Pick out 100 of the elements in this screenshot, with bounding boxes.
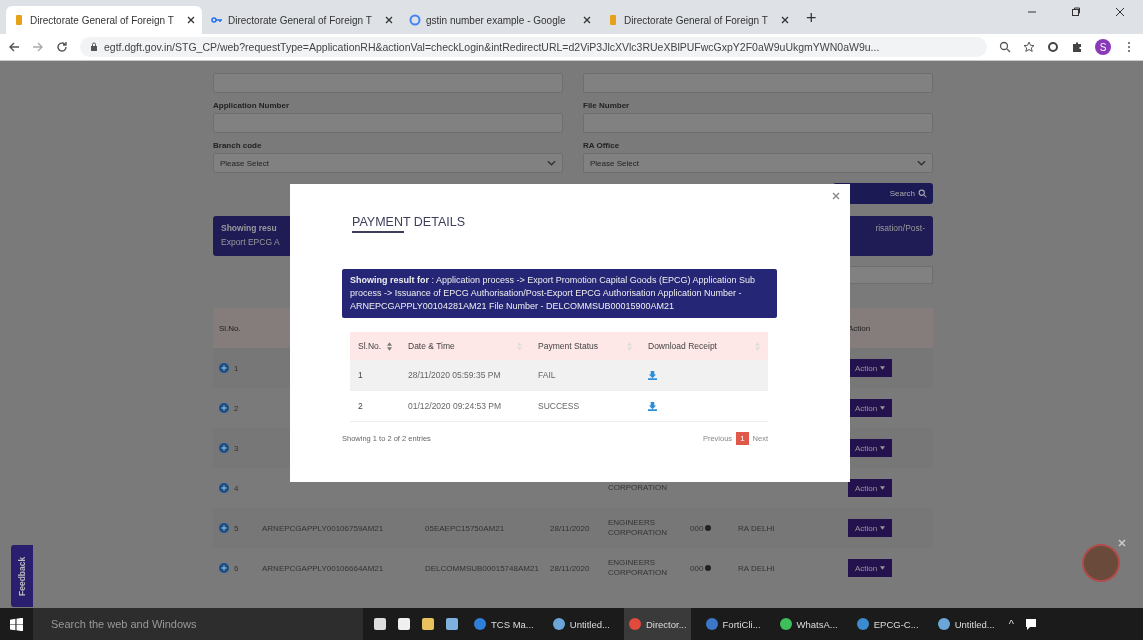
notification-icon[interactable]: [1023, 617, 1038, 631]
table-cell: ARNEPCGAPPLY00106664AM21: [262, 563, 384, 573]
browser-tab[interactable]: gstin number example - Google: [402, 6, 598, 34]
tray-toggle[interactable]: ^: [1008, 618, 1014, 630]
field-label: File Number: [583, 101, 631, 110]
taskbar-app[interactable]: Director...: [623, 608, 691, 640]
chat-avatar[interactable]: [1082, 544, 1120, 582]
select-field[interactable]: Please Select: [583, 153, 933, 173]
banner-text: Export EPCG A: [221, 236, 280, 249]
table-cell: 05EAEPC15750AM21: [425, 523, 505, 533]
action-dropdown-button[interactable]: Action: [848, 519, 892, 537]
app-icon[interactable]: [445, 617, 459, 631]
zoom-icon[interactable]: [999, 41, 1011, 53]
page-number[interactable]: 1: [736, 432, 749, 445]
table-cell: 28/11/2020: [550, 563, 590, 573]
expand-icon[interactable]: [219, 483, 229, 493]
table-cell: CORPORATION: [608, 483, 667, 492]
banner-text: risation/Post-: [875, 222, 925, 235]
back-arrow-icon[interactable]: [8, 41, 20, 53]
table-cell: 2: [358, 401, 363, 411]
taskbar-app[interactable]: TCS Ma...: [469, 608, 538, 640]
close-icon[interactable]: [385, 16, 393, 24]
app-icon[interactable]: [421, 617, 435, 631]
expand-icon[interactable]: [219, 523, 229, 533]
app-icon: [627, 617, 642, 631]
key-icon: [211, 14, 223, 26]
action-dropdown-button[interactable]: Action: [848, 399, 892, 417]
taskbar-app[interactable]: WhatsA...: [774, 608, 842, 640]
caret-icon: [880, 566, 886, 570]
expand-icon[interactable]: [219, 443, 229, 453]
table-cell: ENGINEERS CORPORATION: [608, 558, 667, 577]
field-label: Application Number: [213, 101, 290, 110]
table-cell: 6: [234, 563, 239, 573]
select-field[interactable]: Please Select: [213, 153, 563, 173]
browser-tab[interactable]: Directorate General of Foreign T: [6, 6, 202, 34]
download-icon[interactable]: [648, 370, 657, 380]
caret-icon: [880, 526, 886, 530]
close-icon[interactable]: [781, 16, 789, 24]
caret-icon: [880, 406, 886, 410]
search-icon: [918, 189, 927, 198]
feedback-tab[interactable]: Feedback: [11, 545, 33, 607]
action-dropdown-button[interactable]: Action: [848, 479, 892, 497]
chevron-down-icon: [917, 160, 926, 166]
taskbar-app[interactable]: EPCG-C...: [851, 608, 923, 640]
banner-text: Showing resu: [221, 222, 278, 235]
taskbar-app[interactable]: Untitled...: [932, 608, 999, 640]
table-cell: 1: [234, 363, 239, 373]
field-label: RA Office: [583, 141, 621, 150]
puzzle-icon[interactable]: [1071, 41, 1083, 53]
table-cell: SUCCESS: [538, 401, 580, 411]
table-cell: RA DELHI: [738, 563, 775, 573]
expand-icon[interactable]: [219, 403, 229, 413]
taskbar-app[interactable]: FortiCli...: [700, 608, 765, 640]
sort-icon[interactable]: [387, 341, 392, 351]
chevron-down-icon: [547, 160, 556, 166]
taskbar-search-field[interactable]: Search the web and Windows: [33, 608, 363, 640]
close-icon[interactable]: [187, 16, 195, 24]
caret-icon: [880, 446, 886, 450]
app-icon: [936, 617, 951, 631]
taskbar-app[interactable]: Untitled...: [547, 608, 614, 640]
new-tab-button[interactable]: +: [798, 8, 825, 34]
browser-tab[interactable]: Directorate General of Foreign T: [600, 6, 796, 34]
app-icon: [704, 617, 719, 631]
table-cell: 1: [358, 370, 363, 380]
action-dropdown-button[interactable]: Action: [848, 359, 892, 377]
close-icon[interactable]: [1115, 7, 1125, 17]
app-icon: [778, 617, 793, 631]
reload-icon[interactable]: [56, 41, 68, 53]
profile-avatar[interactable]: S: [1095, 39, 1111, 55]
table-cell: FAIL: [538, 370, 556, 380]
action-dropdown-button[interactable]: Action: [848, 439, 892, 457]
address-bar[interactable]: egtf.dgft.gov.in/STG_CP/web?requestType=ApplicationRH&actionVal=checkLogin&intRedirectURL=d2ViP3JlcXVlc3RUeXBlPUFwcGxpY2F0aW9uUkgmYWN0aW9u...: [80, 37, 987, 57]
forward-arrow-icon[interactable]: [32, 41, 44, 53]
windows-start-icon[interactable]: [10, 617, 23, 631]
app-icon[interactable]: [397, 617, 411, 631]
table-cell: ENGINEERS CORPORATION: [608, 518, 667, 537]
column-header[interactable]: Sl.No.: [358, 341, 382, 351]
close-icon[interactable]: [583, 16, 591, 24]
app-icon: [855, 617, 870, 631]
download-icon[interactable]: [648, 401, 657, 411]
caret-icon: [880, 486, 886, 490]
column-header[interactable]: Date & Time: [408, 341, 455, 351]
app-icon: [473, 617, 487, 631]
expand-icon[interactable]: [219, 363, 229, 373]
app-icon[interactable]: [373, 617, 387, 631]
lock-icon: [90, 42, 98, 52]
app-icon: [551, 617, 566, 631]
browser-tab[interactable]: Directorate General of Foreign T: [204, 6, 400, 34]
table-cell: 28/11/2020: [550, 523, 590, 533]
column-header[interactable]: Payment Status: [538, 341, 598, 351]
column-header[interactable]: Download Receipt: [648, 341, 717, 351]
dialog-title: PAYMENT DETAILS: [352, 215, 465, 235]
column-header[interactable]: Sl.No.: [213, 323, 262, 333]
restore-icon[interactable]: [1071, 7, 1081, 17]
action-dropdown-button[interactable]: Action: [848, 559, 892, 577]
field-label: Branch code: [213, 141, 263, 150]
caret-icon: [880, 366, 886, 370]
result-summary: Showing result for : Application process -> Export Promotion Capital Goods (EPCG) Application Sub process -> Issuance of EPCG Authorisation/Post-Export EPCG Authorisation Application Number - ARNEPCGAPPLY00104281AM21 File Number - DELCOMMSUB00015900AM21: [342, 269, 777, 318]
expand-icon[interactable]: [219, 563, 229, 573]
star-icon[interactable]: [1023, 41, 1035, 53]
